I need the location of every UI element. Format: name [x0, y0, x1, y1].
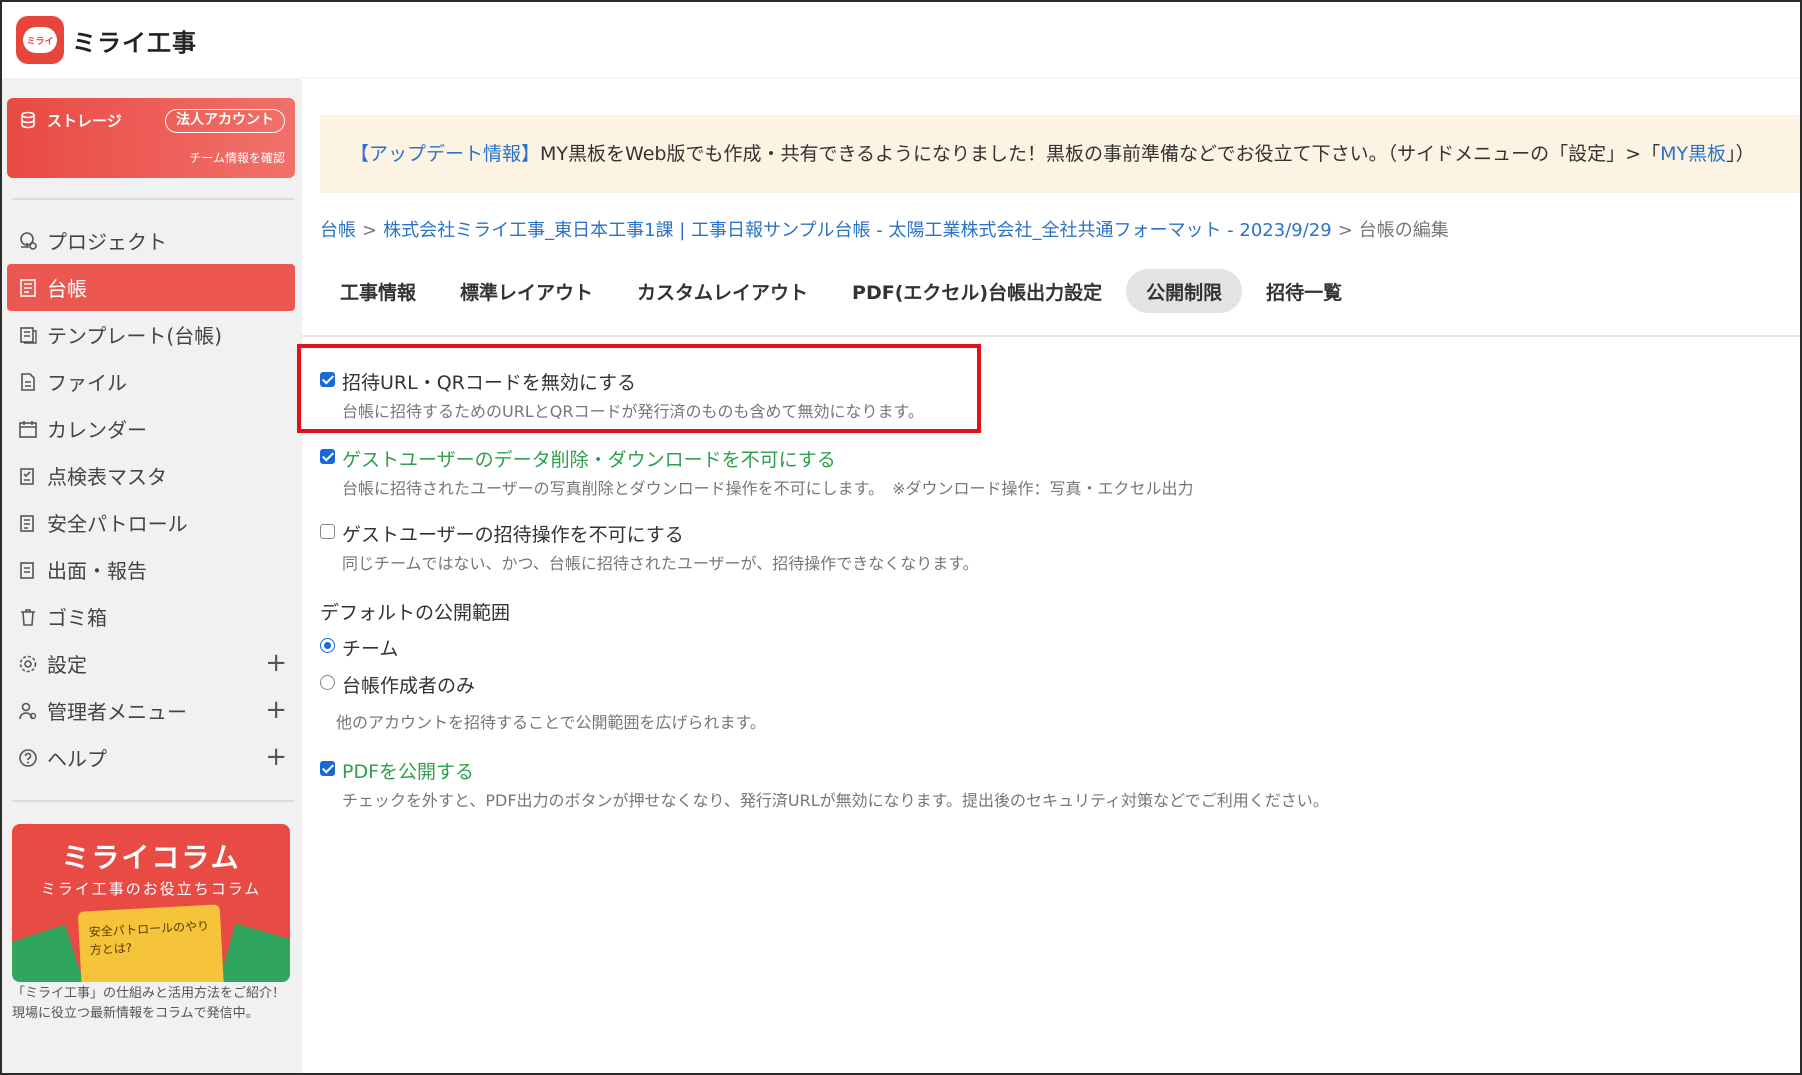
update-info-tag[interactable]: 【アップデート情報】	[350, 143, 540, 165]
sidebar-nav: プロジェクト 台帳 テンプレート(台帳) ファイル カレンダー 点検表マスタ 安…	[7, 217, 295, 781]
file-icon	[17, 371, 39, 393]
help-icon	[17, 747, 39, 769]
expand-plus-icon[interactable]: +	[265, 650, 287, 676]
tab-construction-info[interactable]: 工事情報	[320, 269, 436, 313]
tab-invite-list[interactable]: 招待一覧	[1246, 269, 1362, 313]
option-description: 同じチームではない、かつ、台帳に招待されたユーザーが、招待操作できなくなります。	[342, 554, 979, 573]
update-notice-banner: 【アップデート情報】MY黒板をWeb版でも作成・共有できるようになりました！黒板…	[320, 115, 1800, 193]
trash-icon	[17, 606, 39, 628]
sidebar-item-label: 安全パトロール	[47, 512, 188, 536]
storage-title: ストレージ	[47, 112, 122, 130]
sidebar-item-label: 設定	[47, 653, 87, 677]
sidebar-item-label: 出面・報告	[47, 559, 147, 583]
sidebar-item-label: ヘルプ	[47, 747, 107, 771]
admin-icon	[17, 700, 39, 722]
visibility-team-radio[interactable]	[320, 638, 335, 653]
calendar-icon	[17, 418, 39, 440]
breadcrumb-current: 台帳の編集	[1358, 220, 1449, 241]
sidebar-item-label: プロジェクト	[47, 230, 167, 254]
app-logo-text: ミライ工事	[72, 28, 197, 57]
project-icon	[17, 230, 39, 252]
default-visibility-title: デフォルトの公開範囲	[320, 602, 511, 624]
sidebar-item-label: ゴミ箱	[47, 606, 107, 630]
breadcrumb-separator: >	[1337, 220, 1353, 241]
tab-custom-layout[interactable]: カスタムレイアウト	[617, 269, 828, 313]
sidebar-item-label: カレンダー	[47, 418, 147, 442]
update-notice-tail: 」）	[1726, 143, 1755, 165]
banner-decoration	[12, 924, 84, 982]
column-book-image: 安全パトロールのやり方とは?	[77, 904, 225, 982]
corporate-account-badge: 法人アカウント	[165, 109, 285, 133]
disable-guest-download-checkbox[interactable]	[320, 449, 335, 464]
sidebar-item-label: テンプレート(台帳)	[47, 324, 223, 348]
sidebar-divider	[12, 198, 294, 200]
database-icon	[21, 111, 35, 129]
sidebar-item-ledger[interactable]: 台帳	[7, 264, 295, 311]
visibility-note: 他のアカウントを招待することで公開範囲を広げられます。	[336, 713, 766, 732]
sidebar-item-trash[interactable]: ゴミ箱	[7, 593, 295, 640]
tab-standard-layout[interactable]: 標準レイアウト	[440, 269, 613, 313]
disable-guest-invite-checkbox[interactable]	[320, 524, 335, 539]
sidebar-item-label: 台帳	[47, 277, 87, 301]
sidebar-item-admin-menu[interactable]: 管理者メニュー +	[7, 687, 295, 734]
option-label[interactable]: ゲストユーザーのデータ削除・ダウンロードを不可にする	[342, 445, 836, 472]
radio-label[interactable]: 台帳作成者のみ	[342, 671, 475, 698]
template-icon	[17, 324, 39, 346]
team-info-link[interactable]: チーム情報を確認	[189, 149, 285, 166]
top-bar	[302, 2, 1800, 78]
logo-bar[interactable]: ミライ ミライ工事	[2, 2, 302, 78]
expand-plus-icon[interactable]: +	[265, 744, 287, 770]
storage-card[interactable]: ストレージ 法人アカウント チーム情報を確認	[7, 98, 295, 178]
breadcrumb: 台帳 > 株式会社ミライ工事_東日本工事1課 | 工事日報サンプル台帳 - 太陽工業…	[320, 216, 1449, 242]
publish-pdf-checkbox[interactable]	[320, 761, 335, 776]
sidebar: ミライ ミライ工事 ストレージ 法人アカウント チーム情報を確認 プロジェクト …	[2, 2, 302, 1073]
logo-mark-text: ミライ	[23, 27, 57, 53]
sidebar-item-label: 管理者メニュー	[47, 700, 187, 724]
breadcrumb-ledger-root[interactable]: 台帳	[320, 220, 356, 241]
sidebar-item-label: 点検表マスタ	[47, 465, 167, 489]
tab-pdf-output-settings[interactable]: PDF(エクセル)台帳出力設定	[832, 269, 1122, 313]
radio-label[interactable]: チーム	[342, 634, 398, 661]
settings-tabs: 工事情報 標準レイアウト カスタムレイアウト PDF(エクセル)台帳出力設定 公…	[320, 268, 1366, 314]
app-logo-icon: ミライ	[16, 16, 64, 64]
sidebar-divider	[12, 800, 294, 802]
main-content: 【アップデート情報】MY黒板をWeb版でも作成・共有できるようになりました！黒板…	[297, 2, 1800, 1073]
disable-invite-url-checkbox[interactable]	[320, 372, 335, 387]
visibility-creator-only-radio[interactable]	[320, 675, 335, 690]
option-label[interactable]: PDFを公開する	[342, 757, 474, 784]
sidebar-item-help[interactable]: ヘルプ +	[7, 734, 295, 781]
sidebar-item-attendance-report[interactable]: 出面・報告	[7, 546, 295, 593]
report-icon	[17, 559, 39, 581]
column-subtitle: ミライ工事のお役立ちコラム	[40, 880, 262, 898]
banner-decoration	[219, 923, 290, 982]
ledger-icon	[17, 277, 39, 299]
sidebar-item-settings[interactable]: 設定 +	[7, 640, 295, 687]
sidebar-item-template[interactable]: テンプレート(台帳)	[7, 311, 295, 358]
sidebar-item-checklist-master[interactable]: 点検表マスタ	[7, 452, 295, 499]
expand-plus-icon[interactable]: +	[265, 697, 287, 723]
sidebar-item-calendar[interactable]: カレンダー	[7, 405, 295, 452]
patrol-icon	[17, 512, 39, 534]
column-description: 「ミライ工事」の仕組みと活用方法をご紹介！現場に役立つ最新情報をコラムで発信中。	[12, 986, 286, 1021]
option-description: 台帳に招待されたユーザーの写真削除とダウンロード操作を不可にします。 ※ダウンロ…	[342, 479, 1194, 498]
sidebar-item-file[interactable]: ファイル	[7, 358, 295, 405]
tabs-divider	[302, 335, 1800, 337]
sidebar-item-project[interactable]: プロジェクト	[7, 217, 295, 264]
column-title: ミライコラム	[61, 841, 241, 874]
sidebar-item-label: ファイル	[47, 371, 127, 395]
option-label[interactable]: ゲストユーザーの招待操作を不可にする	[342, 520, 684, 547]
gear-icon	[17, 653, 39, 675]
mirai-column-banner[interactable]: ミライコラム ミライ工事のお役立ちコラム 安全パトロールのやり方とは?	[12, 824, 290, 982]
breadcrumb-ledger-name[interactable]: 株式会社ミライ工事_東日本工事1課 | 工事日報サンプル台帳 - 太陽工業株式会…	[383, 220, 1332, 241]
option-description: 台帳に招待するためのURLとQRコードが発行済のものも含めて無効になります。	[342, 402, 924, 421]
update-notice-text: MY黒板をWeb版でも作成・共有できるようになりました！黒板の事前準備などでお役…	[540, 143, 1661, 165]
option-description: チェックを外すと、PDF出力のボタンが押せなくなり、発行済URLが無効になります…	[342, 791, 1329, 810]
option-label[interactable]: 招待URL・QRコードを無効にする	[342, 368, 636, 395]
tab-publish-restriction[interactable]: 公開制限	[1126, 269, 1243, 313]
sidebar-item-safety-patrol[interactable]: 安全パトロール	[7, 499, 295, 546]
my-blackboard-link[interactable]: MY黒板	[1660, 143, 1726, 165]
breadcrumb-separator: >	[362, 220, 378, 241]
checklist-icon	[17, 465, 39, 487]
